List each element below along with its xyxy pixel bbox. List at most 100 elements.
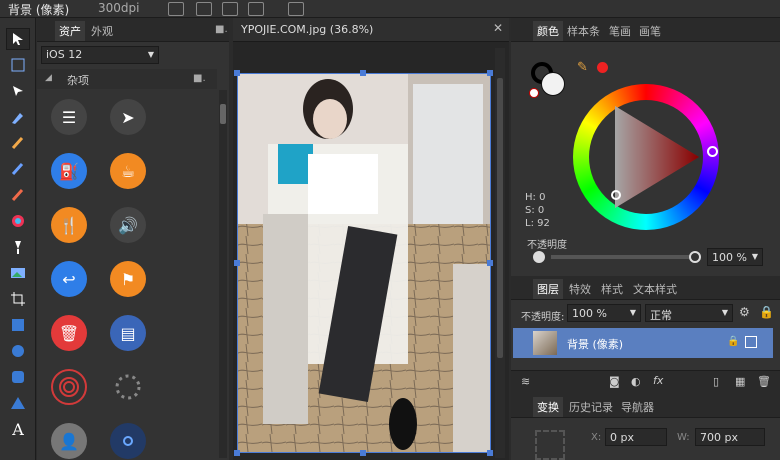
list-icon[interactable]: ☰ bbox=[51, 99, 87, 135]
lock-icon[interactable]: 🔒 bbox=[759, 305, 774, 319]
transform-icon[interactable] bbox=[248, 2, 264, 16]
gas-station-icon[interactable]: ⛽ bbox=[51, 153, 87, 189]
section-title: 杂项 bbox=[67, 74, 89, 87]
color-wheel-tool-icon[interactable] bbox=[6, 210, 30, 232]
reply-icon[interactable]: ↩ bbox=[51, 261, 87, 297]
resize-handle[interactable] bbox=[234, 450, 240, 456]
eyedropper-icon[interactable]: ✎ bbox=[577, 60, 588, 75]
trash-icon[interactable]: 🗑 bbox=[51, 315, 87, 351]
mask-icon[interactable]: ◙ bbox=[609, 375, 620, 388]
pencil-tool-icon[interactable] bbox=[6, 158, 30, 180]
document-tab[interactable]: YPOJIE.COM.jpg (36.8%) ✕ bbox=[233, 18, 509, 42]
crop-tool-icon[interactable] bbox=[6, 288, 30, 310]
settings-gear-icon[interactable]: ⚙ bbox=[739, 305, 750, 319]
paint-tool-icon[interactable] bbox=[6, 184, 30, 206]
ios-version-select[interactable]: iOS 12 ▼ bbox=[41, 46, 159, 64]
avatar-icon[interactable]: 👤 bbox=[51, 423, 87, 459]
assets-scrollbar[interactable] bbox=[219, 90, 227, 458]
photo-canvas[interactable] bbox=[237, 73, 491, 453]
location-arrow-icon[interactable]: ➤ bbox=[110, 99, 146, 135]
opacity-input[interactable]: 100 % ▼ bbox=[707, 248, 763, 266]
archive-icon[interactable]: ▤ bbox=[110, 315, 146, 351]
section-header[interactable]: ◢ 杂项 ■. bbox=[37, 69, 217, 89]
document-title: YPOJIE.COM.jpg (36.8%) bbox=[241, 23, 374, 36]
pen-tool-icon[interactable] bbox=[6, 106, 30, 128]
tab-styles[interactable]: 样式 bbox=[597, 279, 627, 299]
layer-visibility-checkbox[interactable] bbox=[745, 336, 757, 348]
grid-icon[interactable]: ▦ bbox=[735, 375, 745, 388]
brush-tool-icon[interactable] bbox=[6, 132, 30, 154]
layer-row-background[interactable]: 背景 (像素) 🔒 bbox=[513, 328, 773, 358]
resize-handle[interactable] bbox=[487, 260, 493, 266]
adjustment-icon[interactable]: ◐ bbox=[631, 375, 641, 388]
picked-color-swatch[interactable] bbox=[597, 62, 608, 73]
blend-mode-select[interactable]: 正常 ▼ bbox=[645, 304, 733, 322]
resize-handle[interactable] bbox=[360, 70, 366, 76]
delete-layer-icon[interactable]: 🗑 bbox=[757, 375, 771, 388]
tab-color[interactable]: 颜色 bbox=[533, 21, 563, 41]
move-tool-icon[interactable] bbox=[6, 28, 30, 50]
opacity-slider[interactable] bbox=[551, 255, 695, 259]
align-icon[interactable] bbox=[222, 2, 238, 16]
tab-assets[interactable]: 资产 bbox=[55, 21, 85, 41]
resize-handle[interactable] bbox=[234, 260, 240, 266]
panel-menu-icon[interactable]: ■. bbox=[215, 24, 228, 35]
coffee-icon[interactable]: ☕ bbox=[110, 153, 146, 189]
layers-stack-icon[interactable]: ≋ bbox=[521, 375, 530, 388]
ellipse-tool-icon[interactable] bbox=[6, 340, 30, 362]
tab-navigator[interactable]: 导航器 bbox=[617, 397, 658, 417]
w-input[interactable]: 700 px bbox=[695, 428, 765, 446]
eye-icon[interactable] bbox=[196, 2, 212, 16]
fill-swatch[interactable] bbox=[541, 72, 565, 96]
dpi-label: 300dpi bbox=[98, 1, 140, 15]
color-panel-tabs: 颜色 样本条 笔画 画笔 bbox=[511, 18, 780, 42]
layer-lock-icon[interactable]: 🔒 bbox=[727, 336, 739, 347]
saturation-handle[interactable] bbox=[611, 190, 621, 200]
resize-handle[interactable] bbox=[487, 450, 493, 456]
flag-icon[interactable]: ⚑ bbox=[110, 261, 146, 297]
tab-transform[interactable]: 变换 bbox=[533, 397, 563, 417]
radio-button-icon[interactable] bbox=[110, 423, 146, 459]
document-scrollbar[interactable] bbox=[495, 48, 505, 458]
rotate-icon[interactable] bbox=[288, 2, 304, 16]
tab-stroke[interactable]: 笔画 bbox=[605, 21, 635, 41]
color-triangle[interactable] bbox=[589, 100, 703, 214]
none-color-icon[interactable] bbox=[529, 88, 539, 98]
hue-handle[interactable] bbox=[707, 146, 718, 157]
resize-handle[interactable] bbox=[487, 70, 493, 76]
layers-toolbar: ≋ ◙ ◐ fx ▯ ▦ 🗑 bbox=[511, 370, 780, 394]
tab-swatches[interactable]: 样本条 bbox=[563, 21, 604, 41]
collapse-arrow-icon[interactable]: ◢ bbox=[45, 73, 52, 83]
rounded-rect-tool-icon[interactable] bbox=[6, 366, 30, 388]
fx-icon[interactable]: fx bbox=[653, 374, 663, 387]
opacity-slider-thumb[interactable] bbox=[689, 251, 701, 263]
text-tool-icon[interactable]: A bbox=[6, 418, 30, 440]
layers-panel-tabs: 图层 特效 样式 文本样式 bbox=[511, 276, 780, 300]
section-menu-icon[interactable]: ■. bbox=[193, 73, 206, 84]
x-input[interactable]: 0 px bbox=[605, 428, 667, 446]
tab-text-styles[interactable]: 文本样式 bbox=[629, 279, 681, 299]
anchor-grid-icon[interactable] bbox=[535, 430, 565, 460]
tab-brushes[interactable]: 画笔 bbox=[635, 21, 665, 41]
artboard-tool-icon[interactable] bbox=[6, 54, 30, 76]
layer-opacity-select[interactable]: 100 % ▼ bbox=[567, 304, 641, 322]
volume-icon[interactable]: 🔊 bbox=[110, 207, 146, 243]
image-tool-icon[interactable] bbox=[6, 262, 30, 284]
fill-tool-icon[interactable] bbox=[6, 236, 30, 258]
restaurant-icon[interactable]: 🍴 bbox=[51, 207, 87, 243]
crosshair-icon[interactable] bbox=[168, 2, 184, 16]
spinner-icon[interactable] bbox=[110, 369, 146, 405]
triangle-tool-icon[interactable] bbox=[6, 392, 30, 414]
tab-layers[interactable]: 图层 bbox=[533, 279, 563, 299]
rectangle-tool-icon[interactable] bbox=[6, 314, 30, 336]
resize-handle[interactable] bbox=[234, 70, 240, 76]
tab-appearance[interactable]: 外观 bbox=[87, 21, 117, 41]
new-layer-icon[interactable]: ▯ bbox=[713, 375, 719, 388]
node-tool-icon[interactable] bbox=[6, 80, 30, 102]
close-document-icon[interactable]: ✕ bbox=[493, 21, 503, 35]
fingerprint-icon[interactable] bbox=[51, 369, 87, 405]
tab-effects[interactable]: 特效 bbox=[565, 279, 595, 299]
resize-handle[interactable] bbox=[360, 450, 366, 456]
tab-history[interactable]: 历史记录 bbox=[565, 397, 617, 417]
layer-opacity-label: 不透明度: bbox=[521, 312, 565, 323]
